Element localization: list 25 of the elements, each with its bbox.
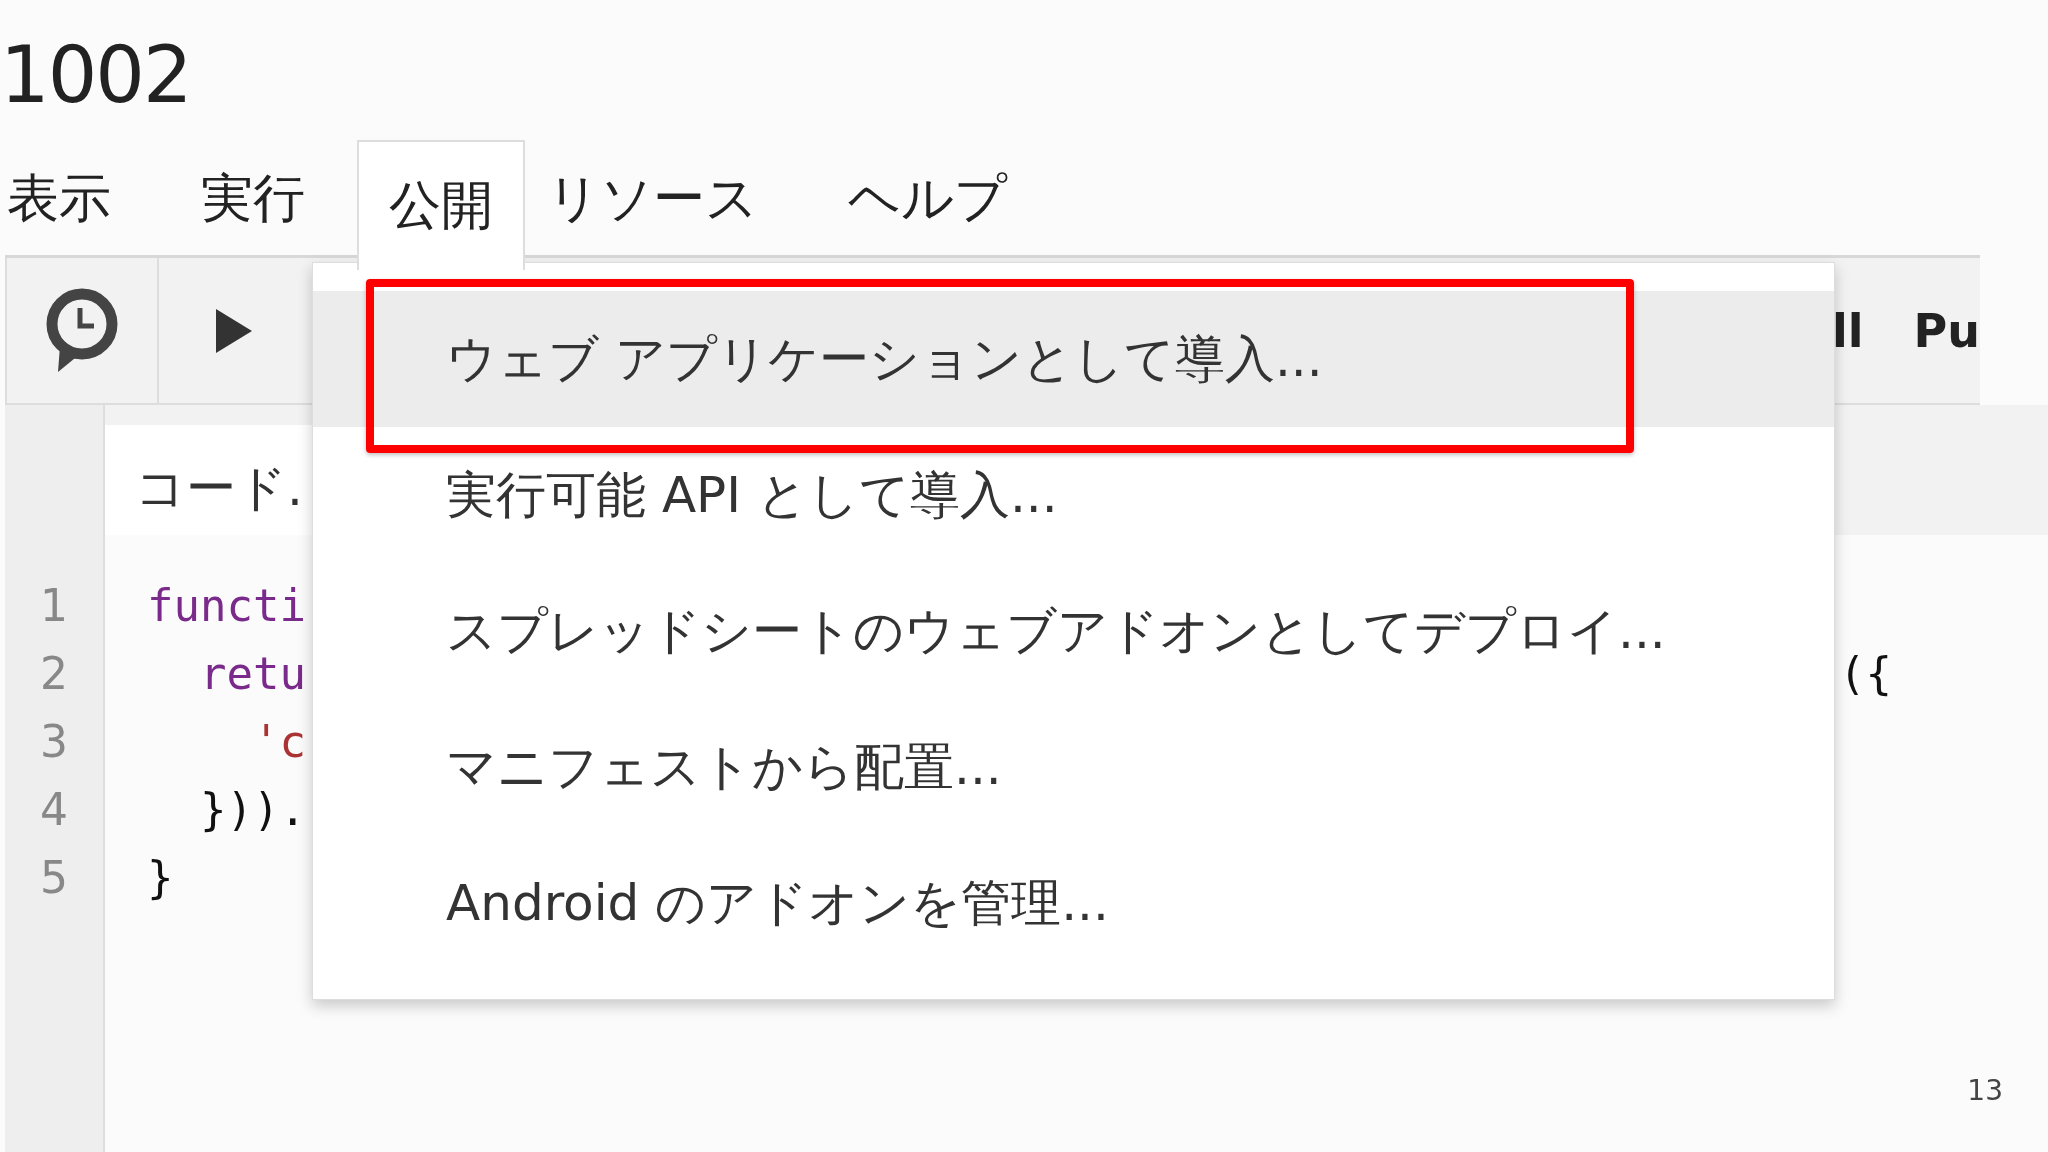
menu-option[interactable]: スプレッドシートのウェブアドオンとしてデプロイ... xyxy=(313,563,1834,699)
menu-item[interactable]: 表示 xyxy=(5,140,151,255)
menu-item[interactable]: ヘルプ xyxy=(846,140,1047,255)
code-text: })). xyxy=(198,784,306,837)
menu-option[interactable]: ウェブ アプリケーションとして導入... xyxy=(313,291,1834,427)
toolbar-label[interactable]: Pu xyxy=(1913,303,1980,358)
clock-icon[interactable] xyxy=(44,287,120,374)
line-number: 3 xyxy=(39,716,69,769)
code-text: retu xyxy=(198,648,306,701)
code-text: 'c xyxy=(251,716,306,769)
line-number: 1 xyxy=(39,580,69,633)
code-text: functi xyxy=(147,580,306,633)
code-text: ({ xyxy=(1839,648,1892,701)
menu-item[interactable]: 公開 xyxy=(357,140,525,270)
menu-item[interactable]: リソース xyxy=(545,140,798,255)
page-number: 13 xyxy=(1967,1074,2003,1107)
line-number: 5 xyxy=(39,852,69,905)
play-icon[interactable] xyxy=(214,306,254,355)
line-number: 4 xyxy=(39,784,69,837)
menu-option[interactable]: マニフェストから配置... xyxy=(313,699,1834,835)
document-title: 1002 xyxy=(0,29,192,122)
line-number: 2 xyxy=(39,648,69,701)
menu-item[interactable]: 実行 xyxy=(199,140,345,255)
menu-option[interactable]: Android のアドオンを管理... xyxy=(313,835,1834,971)
code-text: } xyxy=(147,852,174,905)
